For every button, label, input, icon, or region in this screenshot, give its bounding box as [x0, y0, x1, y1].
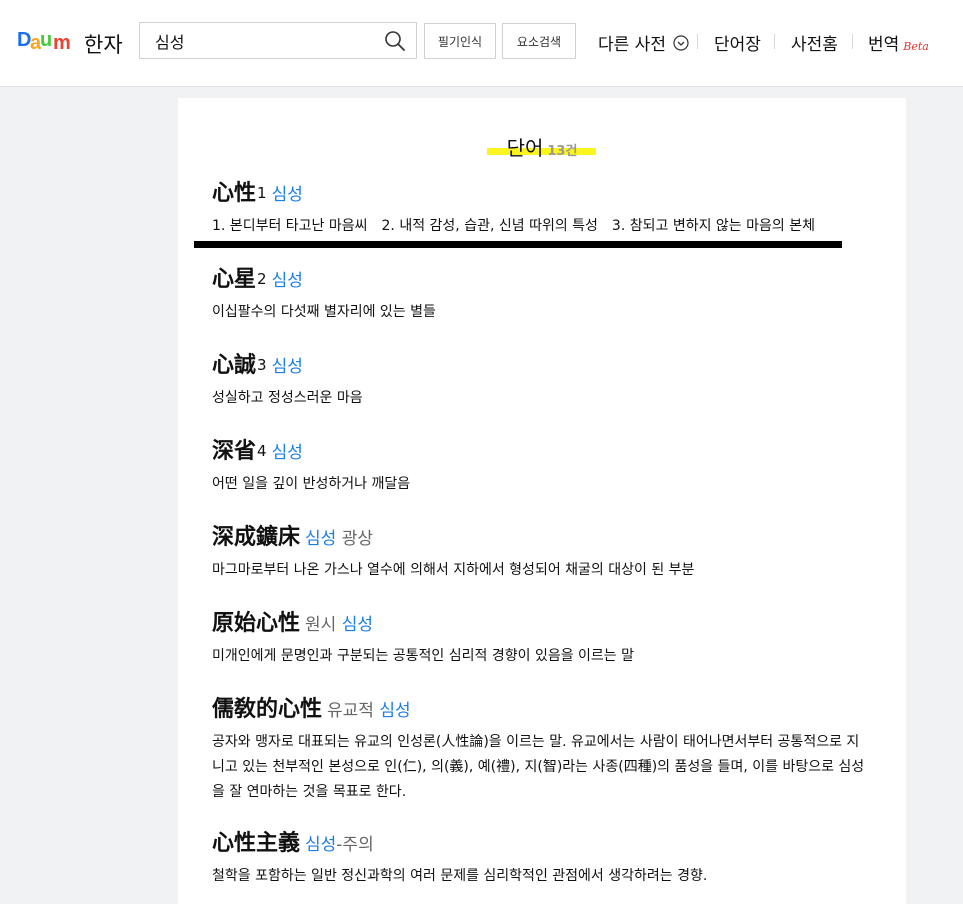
entry-item: 原始心性 원시 심성미개인에게 문명인과 구분되는 공통적인 심리적 경향이 있음… [212, 610, 872, 669]
search-box [139, 22, 417, 59]
entry-reading: 심성 [272, 271, 303, 291]
reading-text: -주의 [336, 835, 374, 855]
reading-match: 심성 [379, 701, 411, 721]
entry-reading: 유교적 심성 [327, 701, 411, 721]
reading-text: 광상 [336, 529, 373, 549]
entry-reading: 원시 심성 [305, 615, 373, 635]
daum-logo[interactable]: Daum [17, 29, 73, 55]
entry-item: 心性主義 심성-주의철학을 포함하는 일반 정신과학의 여러 문제를 심리학적인 … [212, 830, 872, 889]
translate-label: 번역 [868, 35, 900, 55]
entry-head: 深成鑛床 심성 광상 [212, 524, 872, 553]
black-bar [194, 241, 842, 248]
other-dict-label: 다른 사전 [598, 35, 666, 55]
entry-head: 原始心性 원시 심성 [212, 610, 872, 639]
chevron-down-icon [673, 34, 689, 56]
reading-match: 심성 [271, 185, 303, 205]
entry-item: 心誠3 심성성실하고 정성스러운 마음 [212, 352, 872, 411]
section-title-text: 단어 [506, 136, 544, 160]
meaning-item: 2. 내적 감성, 습관, 신념 따위의 특성 [381, 218, 598, 234]
entry-number: 3 [257, 356, 267, 374]
reading-match: 심성 [271, 271, 303, 291]
logo-letter: u [40, 29, 53, 51]
entry-head: 心誠3 심성 [212, 352, 872, 381]
result-count: 13건 [547, 144, 578, 159]
reading-match: 심성 [305, 835, 337, 855]
nav-divider [774, 34, 775, 49]
entry-hanja-link[interactable]: 心星 [212, 267, 256, 292]
entry-hanja-link[interactable]: 心誠 [212, 353, 256, 378]
section-title: 단어 13건 [178, 132, 906, 161]
entry-description: 1. 본디부터 타고난 마음씨 2. 내적 감성, 습관, 신념 따위의 특성 3.… [212, 214, 872, 239]
reading-text: 유교적 [327, 701, 380, 721]
entry-head: 心性主義 심성-주의 [212, 830, 872, 859]
service-name[interactable]: 한자 [84, 29, 123, 59]
reading-match: 심성 [341, 615, 373, 635]
entry-head: 心性1 심성 [212, 180, 872, 209]
entry-head: 深省4 심성 [212, 438, 872, 467]
entry-description: 철학을 포함하는 일반 정신과학의 여러 문제를 심리학적인 관점에서 생각하려… [212, 868, 708, 884]
entry-description: 이십팔수의 다섯째 별자리에 있는 별들 [212, 304, 436, 320]
entry-number: 2 [257, 270, 267, 288]
reading-match: 심성 [271, 357, 303, 377]
entry-reading: 심성 [272, 443, 303, 463]
result-panel: 단어 13건 心性1 심성 1. 본디부터 타고난 마음씨 2. 내적 감성, 습관, … [178, 98, 906, 904]
entry-number: 1 [257, 184, 267, 202]
reading-match: 심성 [305, 529, 337, 549]
nav-divider [697, 34, 698, 49]
reading-text: 원시 [305, 615, 342, 635]
logo-letter: m [53, 32, 71, 54]
entry-reading: 심성 광상 [305, 529, 373, 549]
entry-hanja-link[interactable]: 心性 [212, 181, 256, 206]
entry-item: 深省4 심성어떤 일을 깊이 반성하거나 깨달음 [212, 438, 872, 497]
entry-hanja-link[interactable]: 深省 [212, 439, 256, 464]
entry-item: 心性1 심성 1. 본디부터 타고난 마음씨 2. 내적 감성, 습관, 신념 따위의… [212, 180, 872, 239]
entry-description: 미개인에게 문명인과 구분되는 공통적인 심리적 경향이 있음을 이르는 말 [212, 648, 634, 664]
entry-reading: 심성 [272, 185, 303, 205]
component-search-button[interactable]: 요소검색 [502, 23, 576, 59]
meaning-item: 1. 본디부터 타고난 마음씨 [212, 218, 368, 234]
entry-description: 마그마로부터 나온 가스나 열수에 의해서 지하에서 형성되어 채굴의 대상이 … [212, 562, 695, 578]
search-icon[interactable] [384, 30, 406, 52]
entry-description: 성실하고 정성스러운 마음 [212, 390, 363, 406]
entry-number: 4 [257, 442, 267, 460]
handwriting-button[interactable]: 필기인식 [424, 23, 496, 59]
entry-hanja-link[interactable]: 心性主義 [212, 831, 300, 856]
meaning-item: 3. 참되고 변하지 않는 마음의 본체 [611, 218, 815, 234]
entry-reading: 심성-주의 [305, 835, 374, 855]
entry-reading: 심성 [272, 357, 303, 377]
entry-item: 心星2 심성이십팔수의 다섯째 별자리에 있는 별들 [212, 266, 872, 325]
entry-hanja-link[interactable]: 原始心性 [212, 611, 300, 636]
entry-item: 儒敎的心性 유교적 심성공자와 맹자로 대표되는 유교의 인성론(人性論)을 이르… [212, 696, 872, 805]
entry-item: 深成鑛床 심성 광상마그마로부터 나온 가스나 열수에 의해서 지하에서 형성되어… [212, 524, 872, 583]
dict-home-link[interactable]: 사전홈 [791, 30, 838, 55]
entry-hanja-link[interactable]: 深成鑛床 [212, 525, 300, 550]
entry-head: 儒敎的心性 유교적 심성 [212, 696, 872, 725]
top-header: Daum 한자 필기인식 요소검색 다른 사전 단어장 사전홈 번역Beta [0, 0, 963, 87]
other-dict-menu[interactable]: 다른 사전 [598, 30, 689, 56]
wordbook-link[interactable]: 단어장 [714, 30, 761, 55]
entry-hanja-link[interactable]: 儒敎的心性 [212, 697, 322, 722]
nav-divider [852, 34, 853, 49]
translate-link[interactable]: 번역 Beta [868, 30, 929, 55]
entry-head: 心星2 심성 [212, 266, 872, 295]
entry-description: 공자와 맹자로 대표되는 유교의 인성론(人性論)을 이르는 말. 유교에서는 … [212, 734, 865, 800]
reading-match: 심성 [271, 443, 303, 463]
search-input[interactable] [140, 23, 385, 58]
entry-description: 어떤 일을 깊이 반성하거나 깨달음 [212, 476, 411, 492]
beta-badge: Beta [903, 40, 929, 53]
